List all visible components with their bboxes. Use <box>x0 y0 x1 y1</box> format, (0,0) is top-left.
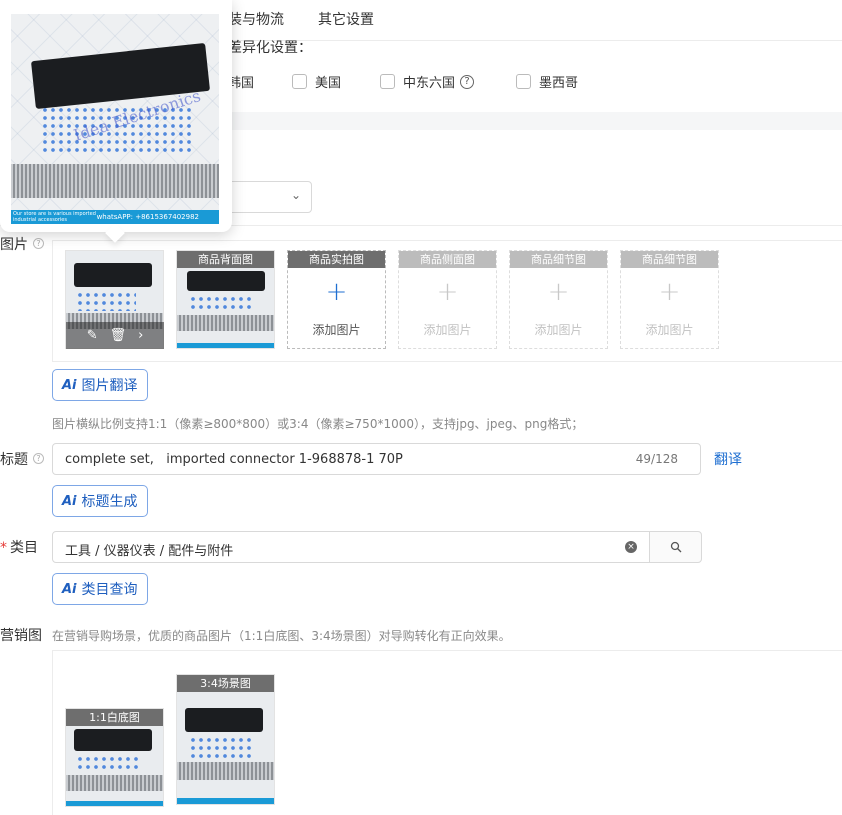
add-image-label[interactable]: 添加图片 <box>288 321 385 338</box>
image-slot-detail-2[interactable]: 商品细节图 + 添加图片 <box>620 250 719 349</box>
title-input-value: complete set, imported connector 1-96887… <box>65 452 403 467</box>
question-circle-icon[interactable]: ? <box>33 238 44 249</box>
chevron-right-icon[interactable]: › <box>138 328 143 343</box>
slot-caption: 3:4场景图 <box>177 675 274 692</box>
marketing-label: 营销图 <box>0 628 42 644</box>
country-label: 美国 <box>315 76 342 91</box>
category-query-button[interactable]: Ai 类目查询 <box>52 573 148 605</box>
image-tools-overlay: ✎ 🗑 › <box>66 322 164 349</box>
slot-caption: 1:1白底图 <box>66 709 163 726</box>
image-translate-button[interactable]: Ai 图片翻译 <box>52 369 148 401</box>
slot-caption: 商品实拍图 <box>288 251 385 268</box>
plus-icon[interactable]: + <box>288 279 385 305</box>
title-input[interactable]: complete set, imported connector 1-96887… <box>52 443 701 475</box>
image-slot-detail-1[interactable]: 商品细节图 + 添加图片 <box>509 250 608 349</box>
add-image-label[interactable]: 添加图片 <box>621 321 718 338</box>
plus-icon[interactable]: + <box>399 279 496 305</box>
checkbox-box[interactable] <box>380 74 395 89</box>
category-search-button[interactable] <box>649 531 702 563</box>
title-label: 标题 <box>0 452 28 468</box>
diff-settings-title: 差异化设置： <box>228 40 312 56</box>
category-label: * 类目 <box>0 540 38 556</box>
country-label: 中东六国 <box>403 76 456 91</box>
image-format-hint: 图片横纵比例支持1:1（像素≥800*800）或3:4（像素≥750*1000）… <box>52 417 584 431</box>
image-slot-real-photo[interactable]: 商品实拍图 + 添加图片 <box>287 250 386 349</box>
pencil-icon[interactable]: ✎ <box>87 328 98 343</box>
checkbox-box[interactable] <box>292 74 307 89</box>
preview-photo: Idea Electronics Our store are is variou… <box>11 14 219 224</box>
tab-other-settings[interactable]: 其它设置 <box>318 9 374 29</box>
category-input[interactable]: 工具 / 仪器仪表 / 配件与附件 × <box>52 531 650 563</box>
question-circle-icon[interactable]: ? <box>460 74 475 89</box>
search-icon <box>670 541 682 553</box>
trash-icon[interactable]: 🗑 <box>110 328 127 343</box>
ai-icon: Ai <box>62 377 77 393</box>
country-checkbox-mexico[interactable]: 墨西哥 <box>516 72 578 91</box>
checkbox-box[interactable] <box>516 74 531 89</box>
chevron-down-icon: ⌄ <box>290 188 301 202</box>
slot-caption: 商品细节图 <box>510 251 607 268</box>
marketing-image-area <box>52 650 842 815</box>
add-image-label[interactable]: 添加图片 <box>399 321 496 338</box>
slot-caption: 商品细节图 <box>621 251 718 268</box>
country-checkbox-usa[interactable]: 美国 <box>292 72 341 91</box>
question-circle-icon[interactable]: ? <box>33 453 44 464</box>
image-slot-side[interactable]: 商品侧面图 + 添加图片 <box>398 250 497 349</box>
clear-circle-icon[interactable]: × <box>625 541 637 553</box>
product-photo <box>177 692 274 804</box>
country-label: 墨西哥 <box>539 76 579 91</box>
marketing-hint: 在营销导购场景，优质的商品图片（1:1白底图、3:4场景图）对导购转化有正向效果… <box>52 629 511 643</box>
slot-caption: 商品背面图 <box>177 251 274 268</box>
title-generate-label: 标题生成 <box>81 494 138 510</box>
tab-logistics[interactable]: 装与物流 <box>228 9 284 29</box>
ai-icon: Ai <box>62 493 77 509</box>
add-image-label[interactable]: 添加图片 <box>510 321 607 338</box>
marketing-square-image[interactable]: 1:1白底图 <box>65 708 164 807</box>
plus-icon[interactable]: + <box>510 279 607 305</box>
category-input-value: 工具 / 仪器仪表 / 配件与附件 <box>65 544 234 559</box>
required-marker: * <box>0 540 7 556</box>
images-label: 图片 <box>0 237 28 253</box>
ai-icon: Ai <box>62 581 77 597</box>
image-translate-label: 图片翻译 <box>81 378 138 394</box>
title-generate-button[interactable]: Ai 标题生成 <box>52 485 148 517</box>
title-translate-link[interactable]: 翻译 <box>714 449 742 469</box>
country-checkbox-middle-east[interactable]: 中东六国 ? <box>380 72 475 91</box>
plus-icon[interactable]: + <box>621 279 718 305</box>
image-preview-popover: Idea Electronics Our store are is variou… <box>0 0 232 243</box>
image-slot-back[interactable]: 商品背面图 <box>176 250 275 349</box>
title-char-counter: 49/128 <box>635 452 678 466</box>
marketing-scene-image[interactable]: 3:4场景图 <box>176 674 275 805</box>
category-query-label: 类目查询 <box>81 582 138 598</box>
watermark-phone: whatsAPP: +8615367402982 <box>96 213 199 221</box>
slot-caption: 商品侧面图 <box>399 251 496 268</box>
